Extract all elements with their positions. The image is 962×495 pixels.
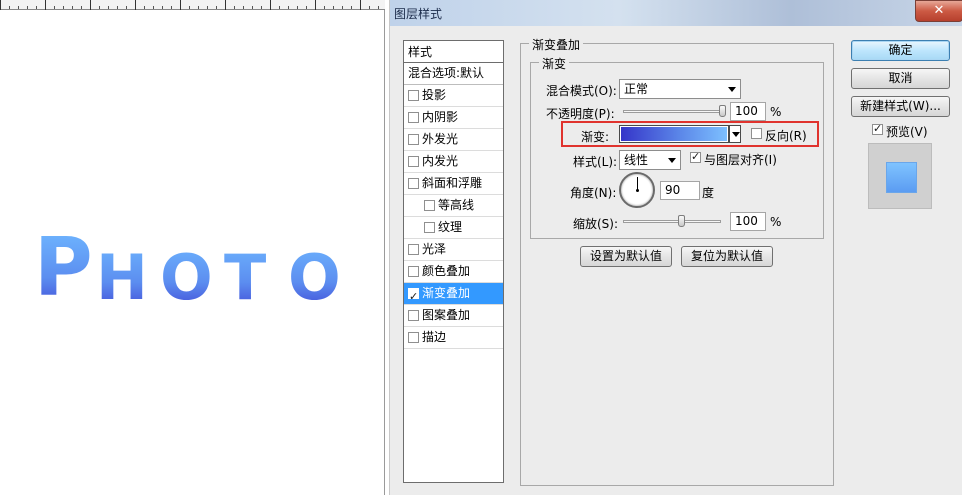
text-char: H — [96, 238, 160, 318]
angle-input[interactable]: 90 — [660, 181, 700, 200]
style-list-label: 投影 — [422, 88, 447, 102]
style-list-item[interactable]: 投影 — [404, 85, 503, 107]
reverse-label: 反向(R) — [765, 129, 807, 143]
group-title: 渐变叠加 — [529, 36, 584, 53]
style-list-label: 外发光 — [422, 132, 459, 146]
text-char: T — [224, 238, 288, 318]
blend-options-item[interactable]: 混合选项:默认 — [404, 63, 503, 85]
style-preview-box — [868, 143, 932, 209]
angle-unit: 度 — [702, 186, 715, 200]
style-checkbox[interactable] — [408, 286, 419, 307]
text-char: P — [34, 228, 96, 318]
scale-label: 缩放(S): — [573, 217, 619, 231]
align-with-layer-label: 与图层对齐(I) — [704, 153, 777, 167]
styles-header[interactable]: 样式 — [404, 41, 503, 63]
style-checkbox[interactable] — [408, 332, 419, 343]
style-label: 样式(L): — [573, 155, 618, 169]
scale-slider-track[interactable] — [623, 220, 721, 223]
gradient-preview — [621, 127, 727, 141]
style-checkbox[interactable] — [408, 112, 419, 123]
style-checkbox[interactable] — [424, 200, 435, 211]
blend-mode-value: 正常 — [624, 82, 649, 96]
style-checkbox[interactable] — [408, 134, 419, 145]
style-list-label: 光泽 — [422, 242, 447, 256]
style-list-item[interactable]: 纹理 — [404, 217, 503, 239]
styles-list: 样式 混合选项:默认 投影内阴影外发光内发光斜面和浮雕等高线纹理光泽颜色叠加渐变… — [403, 40, 504, 483]
ruler-major-ticks — [0, 0, 385, 10]
style-list-item[interactable]: 外发光 — [404, 129, 503, 151]
gradient-picker[interactable] — [619, 125, 729, 143]
align-with-layer-checkbox[interactable] — [690, 150, 701, 163]
photo-text-layer: P H O T O — [34, 228, 352, 318]
style-checkbox[interactable] — [408, 266, 419, 277]
style-list-item[interactable]: 内阴影 — [404, 107, 503, 129]
new-style-button[interactable]: 新建样式(W)... — [851, 96, 950, 117]
ok-button[interactable]: 确定 — [851, 40, 950, 61]
scale-slider-thumb[interactable] — [677, 215, 685, 227]
style-list-item[interactable]: 斜面和浮雕 — [404, 173, 503, 195]
style-list-item[interactable]: 光泽 — [404, 239, 503, 261]
style-list-label: 内发光 — [422, 154, 459, 168]
reset-default-button[interactable]: 复位为默认值 — [681, 246, 773, 267]
reverse-checkbox[interactable] — [751, 128, 762, 139]
chevron-down-icon — [728, 87, 736, 92]
style-checkbox[interactable] — [408, 178, 419, 189]
gradient-label: 渐变: — [581, 130, 610, 144]
opacity-slider-thumb[interactable] — [719, 105, 726, 117]
style-list-label: 纹理 — [438, 220, 463, 234]
style-list-item[interactable]: 图案叠加 — [404, 305, 503, 327]
document-canvas[interactable]: P H O T O — [0, 0, 385, 495]
style-checkbox[interactable] — [424, 222, 435, 233]
opacity-slider-track[interactable] — [623, 110, 723, 113]
close-button[interactable]: ✕ — [915, 0, 962, 22]
style-list-label: 颜色叠加 — [422, 264, 471, 278]
style-list-item[interactable]: 等高线 — [404, 195, 503, 217]
style-list-label: 描边 — [422, 330, 447, 344]
angle-dial[interactable] — [619, 172, 655, 208]
style-dropdown[interactable]: 线性 — [619, 150, 681, 170]
dialog-title: 图层样式 — [394, 7, 443, 21]
opacity-unit: % — [770, 105, 782, 119]
style-list-label: 内阴影 — [422, 110, 459, 124]
style-list-label: 渐变叠加 — [422, 286, 471, 300]
opacity-input[interactable]: 100 — [730, 102, 766, 121]
style-list-label: 等高线 — [438, 198, 475, 212]
blend-mode-dropdown[interactable]: 正常 — [619, 79, 741, 99]
text-char: O — [160, 238, 224, 318]
layer-style-dialog: 图层样式 ✕ 样式 混合选项:默认 投影内阴影外发光内发光斜面和浮雕等高线纹理光… — [389, 0, 962, 495]
chevron-down-icon — [668, 158, 676, 163]
scale-input[interactable]: 100 — [730, 212, 766, 231]
style-list-item[interactable]: 内发光 — [404, 151, 503, 173]
style-preview-swatch — [886, 162, 917, 193]
style-list-label: 斜面和浮雕 — [422, 176, 483, 190]
angle-label: 角度(N): — [570, 186, 617, 200]
close-icon: ✕ — [933, 3, 945, 18]
style-list-label: 图案叠加 — [422, 308, 471, 322]
sub-group-title: 渐变 — [539, 55, 570, 72]
style-value: 线性 — [624, 153, 649, 167]
opacity-label: 不透明度(P): — [546, 107, 615, 121]
preview-checkbox[interactable] — [872, 122, 883, 135]
preview-label: 预览(V) — [886, 125, 928, 139]
style-checkbox[interactable] — [408, 90, 419, 101]
style-checkbox[interactable] — [408, 156, 419, 167]
text-char: O — [288, 238, 352, 318]
scale-unit: % — [770, 215, 782, 229]
style-checkbox[interactable] — [408, 244, 419, 255]
style-list-item[interactable]: 描边 — [404, 327, 503, 349]
angle-center — [636, 189, 639, 192]
cancel-button[interactable]: 取消 — [851, 68, 950, 89]
style-checkbox[interactable] — [408, 310, 419, 321]
style-list-item[interactable]: 颜色叠加 — [404, 261, 503, 283]
blend-mode-label: 混合模式(O): — [546, 84, 617, 98]
style-list-item[interactable]: 渐变叠加 — [404, 283, 503, 307]
gradient-dropdown-arrow[interactable] — [729, 125, 741, 143]
title-bar[interactable]: 图层样式 ✕ — [390, 0, 962, 26]
set-default-button[interactable]: 设置为默认值 — [580, 246, 672, 267]
